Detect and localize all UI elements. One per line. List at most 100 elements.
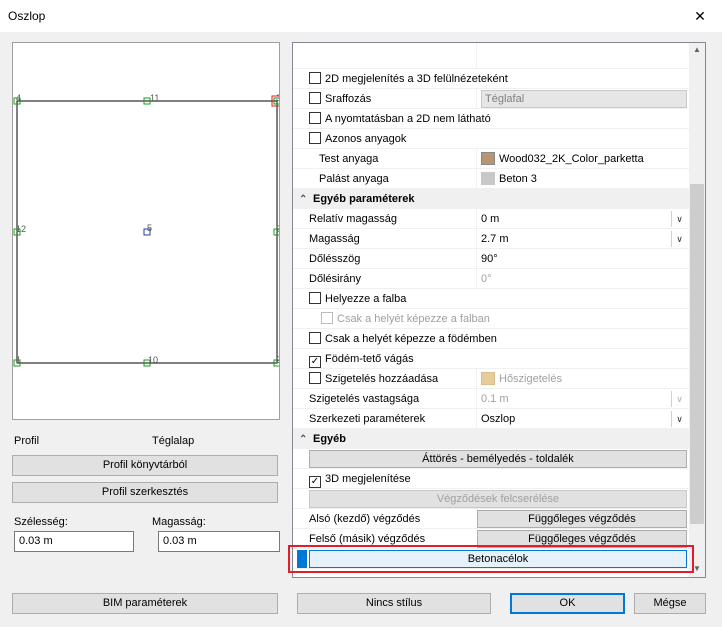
prop-row: Csak a helyét képezze a falban [293,309,689,329]
highlight-frame [288,545,694,573]
prop-row: Végződések felcserélése [293,489,689,509]
node-label: 1 [16,355,21,365]
prop-label: Csak a helyét képezze a födémben [325,333,497,345]
wood-swatch-icon [481,152,495,165]
height-field[interactable]: 0.03 m [158,531,280,552]
category-label: Egyéb paraméterek [313,193,415,205]
prop-label: Szerkezeti paraméterek [309,413,426,425]
checkbox[interactable] [309,332,321,344]
prop-row[interactable]: Csak a helyét képezze a födémben [293,329,689,349]
hatch-value[interactable]: Téglafal [481,90,687,108]
collapse-icon[interactable]: ⌃ [299,190,313,209]
prop-row[interactable]: Azonos anyagok [293,129,689,149]
prop-row[interactable]: Relatív magasság 0 m ∨ [293,209,689,229]
node-label: 3 [276,93,279,103]
checkbox-checked[interactable]: ✓ [309,356,321,368]
bim-parameters-button[interactable]: BIM paraméterek [12,593,278,614]
node-label: 4 [16,93,21,103]
node-label: 12 [16,224,26,234]
swap-ends-button: Végződések felcserélése [309,490,687,508]
node-label: 11 [150,93,159,103]
prop-label: Szigetelés hozzáadása [325,373,439,385]
prop-row[interactable]: 2D megjelenítés a 3D felülnézeteként [293,69,689,89]
prop-label: Dőlésszög [309,253,361,265]
property-grid[interactable]: 2D megjelenítés a 3D felülnézeteként Sra… [292,42,706,578]
category-other[interactable]: ⌃ Egyéb [293,429,689,449]
checkbox[interactable] [309,112,321,124]
prop-label: Sraffozás [325,93,372,105]
body-material-value: Wood032_2K_Color_parketta [499,153,644,165]
cancel-button[interactable]: Mégse [634,593,706,614]
scroll-up-icon[interactable]: ▲ [689,43,705,57]
prop-label: Azonos anyagok [325,133,407,145]
prop-label: 3D megjelenítése [325,473,411,485]
profile-library-button[interactable]: Profil könyvtárból [12,455,278,476]
struct-param-value: Oszlop [481,413,516,425]
rel-height-value: 0 m [481,213,500,225]
height-value: 2.7 m [481,233,509,245]
prop-label: Dőlésirány [309,273,361,285]
prop-row[interactable]: Palást anyaga Beton 3 [293,169,689,189]
category-other-params[interactable]: ⌃ Egyéb paraméterek [293,189,689,209]
insulation-value: Hőszigetelés [499,373,562,385]
prop-label: Csak a helyét képezze a falban [337,313,490,325]
prop-label: Helyezze a falba [325,293,407,305]
prop-row[interactable]: Szerkezeti paraméterek Oszlop ∨ [293,409,689,429]
node-label: 5 [147,223,152,233]
prop-row[interactable]: Áttörés - bemélyedés - toldalék [293,449,689,469]
no-style-button[interactable]: Nincs stílus [297,593,491,614]
prop-row[interactable]: A nyomtatásban a 2D nem látható [293,109,689,129]
prop-row[interactable]: Szigetelés hozzáadása Hőszigetelés [293,369,689,389]
prop-label: Födém-tető vágás [325,353,414,365]
prop-row[interactable]: ✓ Födém-tető vágás [293,349,689,369]
chevron-down-icon[interactable]: ∨ [671,211,687,227]
prop-label: Test anyaga [319,153,379,165]
grid-cell [293,43,476,69]
prop-row[interactable]: Test anyaga Wood032_2K_Color_parketta [293,149,689,169]
checkbox[interactable] [309,132,321,144]
prop-row[interactable]: Dőlésszög 90° [293,249,689,269]
prop-row[interactable]: Alsó (kezdő) végződés Függőleges végződé… [293,509,689,529]
checkbox-checked[interactable]: ✓ [309,476,321,488]
prop-label: Palást anyaga [319,173,389,185]
prop-label: Magasság [309,233,360,245]
profile-label: Profil [14,435,40,447]
prop-row[interactable]: Magasság 2.7 m ∨ [293,229,689,249]
chevron-down-icon[interactable]: ∨ [671,231,687,247]
preview-canvas: 4 11 3 12 5 2 1 10 2 [13,93,283,367]
chevron-down-icon: ∨ [671,391,687,407]
close-icon[interactable]: ✕ [690,6,710,26]
collapse-icon[interactable]: ⌃ [299,430,313,449]
prop-row[interactable]: Helyezze a falba [293,289,689,309]
prop-label: Alsó (kezdő) végződés [309,513,421,525]
prop-row[interactable]: ✓ 3D megjelenítése [293,469,689,489]
width-field[interactable]: 0.03 m [14,531,134,552]
break-recess-button[interactable]: Áttörés - bemélyedés - toldalék [309,450,687,468]
checkbox[interactable] [309,92,321,104]
ok-button[interactable]: OK [510,593,625,614]
prop-label: Relatív magasság [309,213,398,225]
category-label: Egyéb [313,433,347,445]
checkbox[interactable] [309,72,321,84]
checkbox[interactable] [309,372,321,384]
window-title: Oszlop [8,9,46,23]
concrete-swatch-icon [481,172,495,185]
profile-preview[interactable]: 4 11 3 12 5 2 1 10 2 [12,42,283,420]
tilt-direction-value: 0° [476,269,689,289]
prop-row: Szigetelés vastagsága 0.1 m ∨ [293,389,689,409]
checkbox[interactable] [309,292,321,304]
grid-top-row [293,43,689,69]
chevron-down-icon[interactable]: ∨ [671,411,687,427]
tilt-angle-value[interactable]: 90° [476,249,689,269]
insulation-thickness-value: 0.1 m [481,393,509,405]
prop-label: Szigetelés vastagsága [309,393,420,405]
bottom-end-button[interactable]: Függőleges végződés [477,510,687,528]
height-label: Magasság: [152,516,206,528]
prop-row[interactable]: Dőlésirány 0° [293,269,689,289]
node-label: 10 [148,355,158,365]
prop-row[interactable]: Sraffozás Téglafal [293,89,689,109]
profile-edit-button[interactable]: Profil szerkesztés [12,482,278,503]
title-bar: Oszlop ✕ [0,0,722,32]
scrollbar-thumb[interactable] [690,184,704,524]
checkbox [321,312,333,324]
